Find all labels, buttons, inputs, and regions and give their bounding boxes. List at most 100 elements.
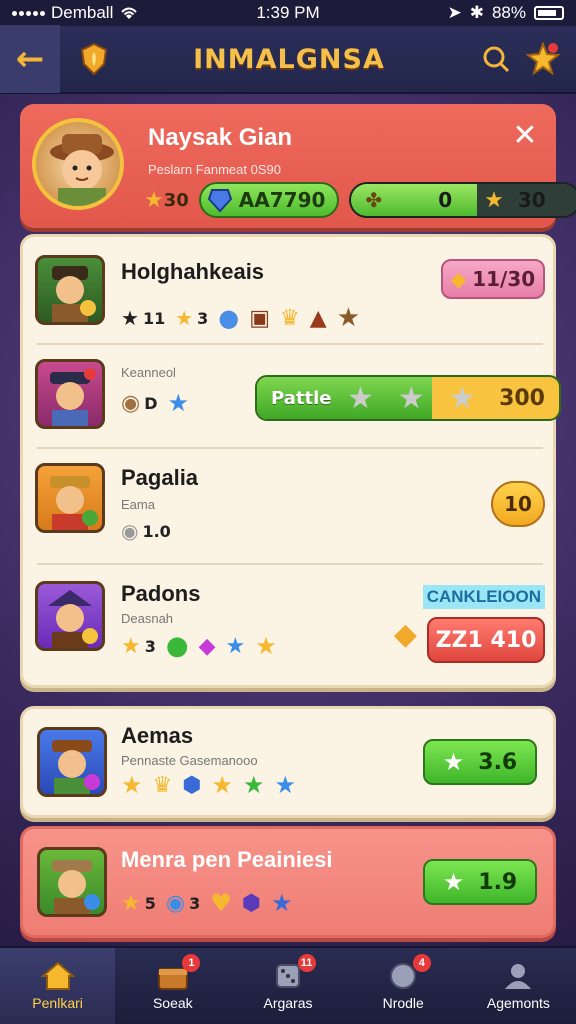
- progress-badge: ◆ 11/30: [441, 259, 545, 299]
- card-title: Aemas: [121, 723, 194, 748]
- green-orb-icon: ●: [165, 631, 189, 661]
- star-icon: ★: [144, 187, 164, 213]
- card-title: Menra pen Peainiesi: [121, 847, 333, 872]
- coin-stat: ◉ 3: [166, 891, 200, 916]
- player-list: Holghahkeais ★ 11 ★ 3 ● ▣ ♛ ▲ ★ ◆ 11/30 Ke…: [20, 234, 561, 688]
- star-icon: ★: [121, 890, 141, 916]
- row-title: Holghahkeais: [121, 259, 265, 284]
- bottom-nav: Penlkari 1 Soeak 11 Argaras 4 Nrodle Age…: [0, 946, 576, 1024]
- battle-progress-bar[interactable]: Pattle ★ ★ ★ 300: [255, 375, 561, 421]
- bluetooth-icon: ✱: [469, 3, 484, 22]
- close-button[interactable]: ✕: [510, 121, 540, 152]
- gem-count: AA7790: [238, 188, 326, 212]
- star-stat: ★ 30: [144, 188, 189, 213]
- claim-button[interactable]: ★ 3.6: [423, 739, 537, 785]
- row-subtitle: Deasnah: [121, 611, 174, 626]
- stat-value: 3: [197, 308, 209, 328]
- nav-item-profile[interactable]: Agemonts: [461, 948, 576, 1024]
- nav-item-cards[interactable]: 11 Argaras: [230, 948, 345, 1024]
- claim-button[interactable]: ★ 1.9: [423, 859, 537, 905]
- shield-icon: ◆: [450, 267, 467, 291]
- profile-stats: ★ 30 AA7790 ✤ 0 ★ 30: [144, 182, 576, 218]
- arrow-left-icon: ←: [15, 39, 45, 79]
- profile-card: Naysak Gian Peslarn Fanmeat 0S90 ✕ ★ 30 …: [20, 104, 576, 228]
- coin-icon: ◉: [121, 390, 141, 416]
- rewards-button[interactable]: [518, 34, 568, 84]
- top-bar: ← INMALGNSA: [0, 25, 576, 94]
- star-icon: ★: [442, 868, 465, 896]
- purple-gem-icon: ◆: [198, 633, 216, 659]
- star-icon: ★: [484, 187, 504, 213]
- trophy-icon: ♛: [152, 772, 173, 798]
- notification-badge: 1: [182, 954, 201, 972]
- coin-icon: ◉: [165, 890, 186, 916]
- event-tag: CANKLEIOON: [422, 585, 545, 609]
- row-title: Padons: [121, 581, 201, 606]
- card-icons: ★ ♛ ⬢ ★ ★ ★: [121, 771, 296, 799]
- star-icon: ★: [121, 771, 143, 799]
- flame-shield-icon[interactable]: [74, 39, 114, 79]
- avatar: [35, 463, 105, 533]
- purple-gem-icon: ⬢: [241, 890, 261, 916]
- card-subtitle: Pennaste Gasemanooo: [121, 753, 258, 768]
- gold-star-stat: ★ 3: [175, 306, 208, 330]
- stat-value: 5: [144, 893, 156, 913]
- status-bar: Demball 1:39 PM ➤ ✱ 88%: [0, 0, 576, 26]
- blue-star-icon: ★: [225, 633, 246, 659]
- xp-icon: ✤: [365, 188, 383, 212]
- stat-value: 3: [144, 636, 156, 656]
- search-button[interactable]: [474, 37, 518, 81]
- star-stat: ★ 5: [121, 891, 156, 916]
- nav-item-shop[interactable]: 1 Soeak: [115, 948, 230, 1024]
- star-icon: ★: [121, 306, 139, 330]
- backpack-icon: ▲: [309, 305, 327, 331]
- home-icon: [40, 961, 75, 990]
- level-coin: 10: [491, 481, 545, 527]
- dark-star-stat: ★ 11: [121, 306, 165, 330]
- star-icon: ★: [347, 380, 374, 416]
- nav-label: Agemonts: [486, 995, 550, 1011]
- coin-stat: ◉ D: [121, 391, 157, 416]
- chest-icon: ▣: [249, 305, 271, 331]
- nav-label: Soeak: [152, 995, 193, 1011]
- coin-stat: ◉ 1.0: [121, 519, 171, 543]
- list-item[interactable]: Pagalia Eama ◉ 1.0 10: [35, 459, 545, 547]
- signal-icon: [12, 10, 45, 16]
- list-item[interactable]: Keanneol ◉ D ★ Pattle ★ ★ ★ 300: [35, 355, 561, 439]
- card-icons: ★ 5 ◉ 3 ♥ ⬢ ★: [121, 889, 292, 917]
- score-pill[interactable]: ZZ1 410: [427, 617, 545, 663]
- coin-value: 10: [504, 492, 532, 516]
- gold-star-stat: ★ 3: [121, 634, 156, 659]
- carrier-group: Demball: [12, 3, 139, 23]
- list-item[interactable]: Holghahkeais ★ 11 ★ 3 ● ▣ ♛ ▲ ★ ◆ 11/30: [35, 253, 545, 337]
- star-icon: ★: [397, 380, 425, 416]
- player-card[interactable]: Menra pen Peainiesi ★ 5 ◉ 3 ♥ ⬢ ★ ★ 1.9: [20, 826, 556, 938]
- search-icon: [483, 46, 510, 73]
- battery-percent: 88%: [491, 3, 526, 22]
- nav-label: Nrodle: [382, 995, 424, 1011]
- nav-item-social[interactable]: 4 Nrodle: [346, 948, 461, 1024]
- blue-star-icon: ★: [274, 771, 297, 799]
- blue-star-icon: ★: [270, 889, 293, 917]
- gold-star-icon: ★: [211, 771, 233, 799]
- xp-value: 0: [438, 188, 453, 212]
- green-star-icon: ★: [242, 771, 265, 799]
- row-icons: ◉ D ★: [121, 389, 189, 417]
- back-button[interactable]: ←: [0, 25, 60, 93]
- list-item[interactable]: Padons Deasnah ★ 3 ● ◆ ★ ★ CANKLEIOON ◆ Z…: [35, 575, 545, 671]
- avatar: [37, 727, 107, 797]
- player-card[interactable]: Aemas Pennaste Gasemanooo ★ ♛ ⬢ ★ ★ ★ ★ …: [20, 706, 556, 818]
- silver-coin-icon: ◉: [121, 519, 139, 543]
- star-count: 30: [163, 189, 189, 211]
- gem-icon: [207, 189, 232, 213]
- divider: [37, 563, 543, 565]
- nav-item-home[interactable]: Penlkari: [0, 948, 116, 1024]
- badge-value: 11/30: [472, 267, 536, 291]
- bronze-star-icon: ★: [336, 303, 360, 333]
- status-right: ➤ ✱ 88%: [447, 3, 564, 23]
- avatar[interactable]: [32, 118, 124, 210]
- gem-counter[interactable]: AA7790: [198, 182, 340, 218]
- gold-star-icon: ★: [255, 632, 277, 660]
- avatar: [35, 359, 105, 429]
- battery-icon: [534, 6, 564, 20]
